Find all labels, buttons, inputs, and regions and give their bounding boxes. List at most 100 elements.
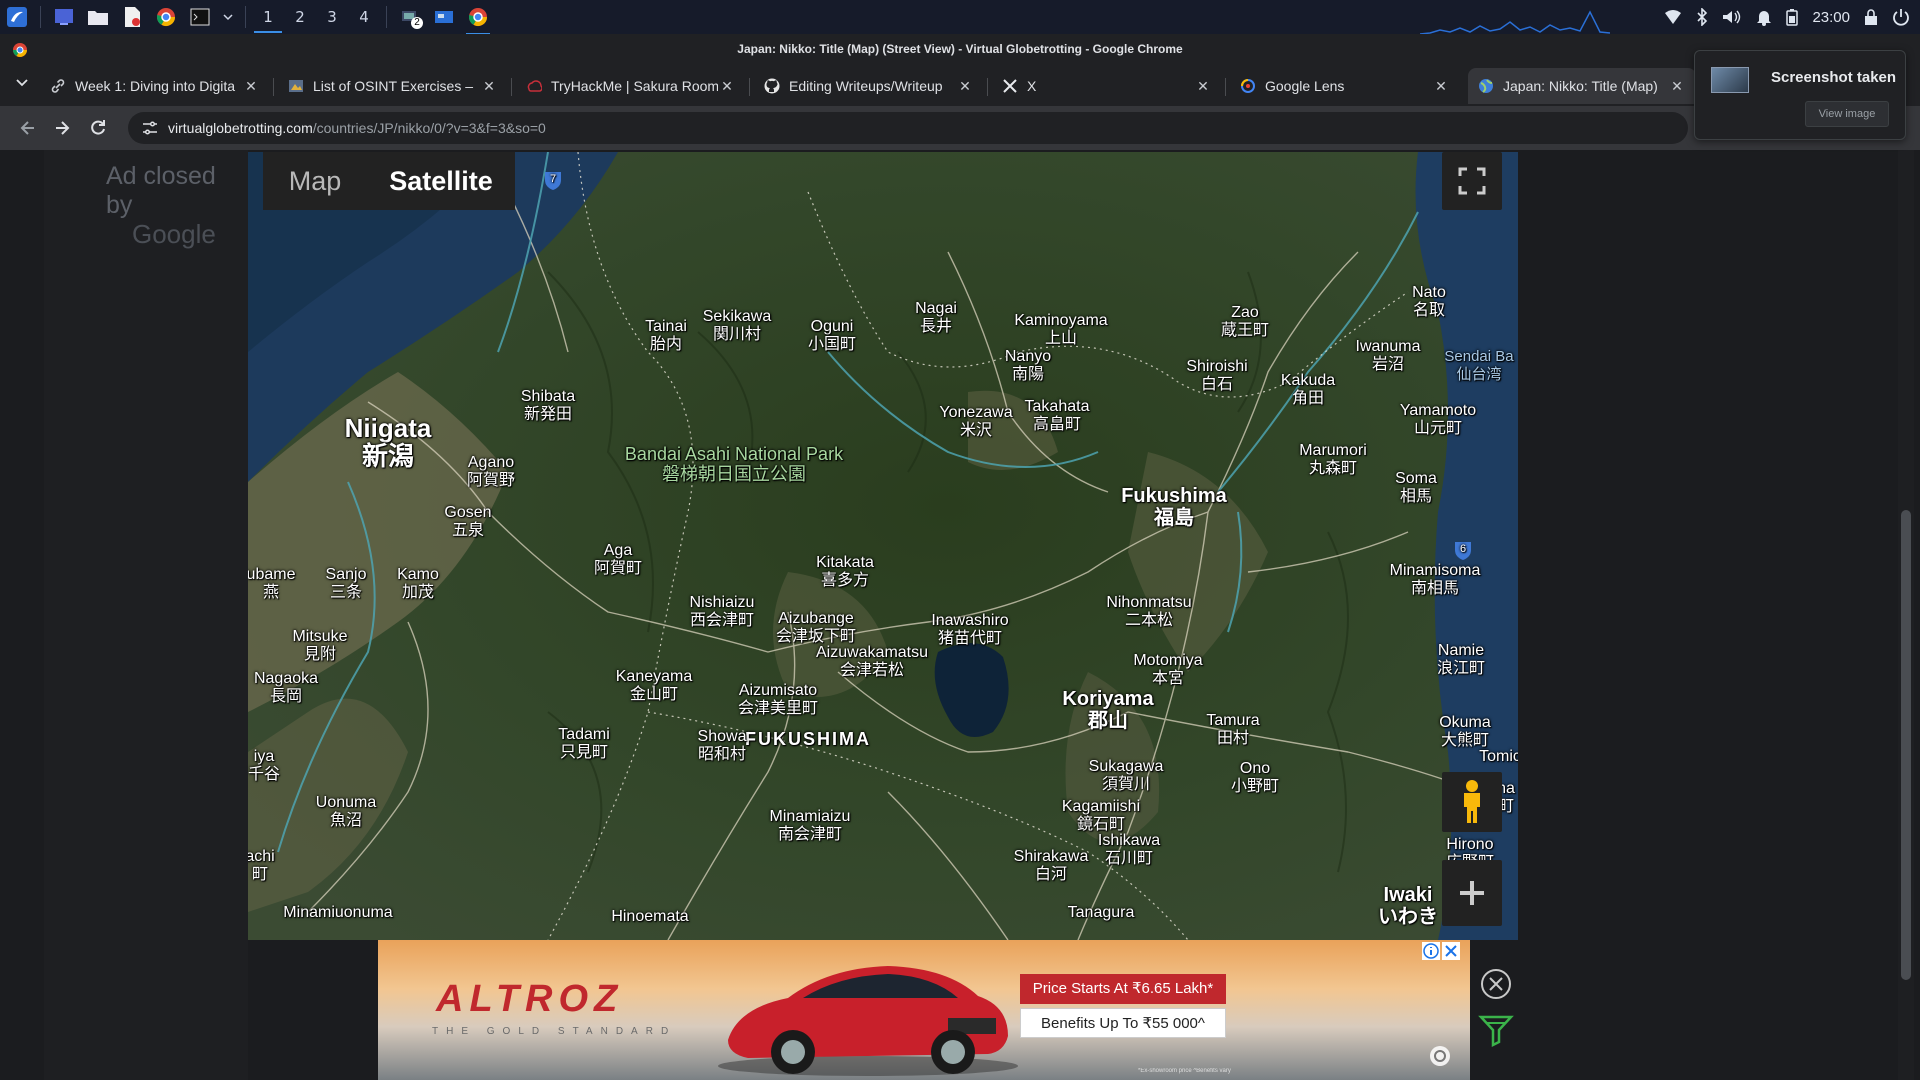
tab-x[interactable]: X ✕	[992, 68, 1222, 104]
map-type-satellite-button[interactable]: Satellite	[367, 166, 515, 197]
tab-divider	[273, 78, 274, 96]
place-name-en: Mitsuke	[292, 628, 348, 645]
fullscreen-button[interactable]	[1442, 152, 1502, 210]
ad-closed-notice: Ad closed by Google	[106, 162, 248, 249]
reload-icon[interactable]	[88, 118, 108, 138]
place-name-jp: 郡山	[1088, 710, 1128, 732]
close-tab-icon[interactable]: ✕	[1194, 78, 1212, 95]
place-name-jp: 仙台湾	[1456, 366, 1502, 383]
place-name-jp: 南陽	[1011, 366, 1044, 383]
site-info-icon[interactable]	[142, 121, 158, 135]
forward-icon[interactable]	[52, 118, 72, 138]
ad-tagline: THE GOLD STANDARD	[432, 1026, 677, 1037]
map-place-label: Inawashiro 猪苗代町	[931, 612, 1008, 648]
tab-title: Week 1: Diving into Digita	[75, 78, 236, 94]
workspace-4[interactable]: 4	[348, 0, 380, 34]
bell-icon[interactable]	[1756, 8, 1772, 26]
tab-google-lens[interactable]: Google Lens ✕	[1230, 68, 1460, 104]
ad-close-icon[interactable]	[1442, 942, 1460, 960]
workspace-2[interactable]: 2	[284, 0, 316, 34]
place-name-en: Zao	[1231, 304, 1259, 321]
map-type-map-button[interactable]: Map	[263, 166, 367, 197]
street-view-pegman[interactable]	[1442, 772, 1502, 832]
power-icon[interactable]	[1892, 8, 1910, 26]
place-name-jp: 五泉	[451, 522, 485, 539]
page-scrollbar[interactable]	[1898, 150, 1914, 1080]
close-tab-icon[interactable]: ✕	[242, 78, 260, 95]
place-name-jp: 丸森町	[1308, 460, 1357, 477]
lock-icon[interactable]	[1864, 8, 1878, 26]
tab-divider	[511, 78, 512, 96]
map-place-label: Mitsuke 見附	[292, 628, 347, 664]
place-name-jp: 千谷	[248, 766, 281, 783]
place-name-en: Sendai Ba	[1444, 348, 1514, 365]
close-tab-icon[interactable]: ✕	[956, 78, 974, 95]
place-name-jp: 角田	[1291, 390, 1325, 407]
close-tab-icon[interactable]: ✕	[1432, 78, 1450, 95]
place-name-en: FUKUSHIMA	[745, 729, 871, 749]
map-place-label: Shiroishi 白石	[1186, 358, 1247, 394]
screenshot-notification[interactable]: Screenshot taken View image	[1694, 50, 1906, 140]
left-ad-slot: Ad closed by Google	[44, 150, 248, 1080]
map-place-label: Yonezawa 米沢	[939, 404, 1012, 440]
tab-tryhackme[interactable]: TryHackMe | Sakura Room ✕	[516, 68, 746, 104]
map-place-label: Motomiya 本宮	[1133, 652, 1202, 688]
map-place-label: FUKUSHIMA	[745, 730, 871, 748]
ad-info-icon[interactable]	[1422, 942, 1440, 960]
scrollbar-thumb[interactable]	[1901, 510, 1911, 980]
tab-search-chevron-icon[interactable]	[16, 78, 28, 88]
map-place-label: Bandai Asahi National Park 磐梯朝日国立公園	[625, 444, 843, 484]
route-shield-label: 7	[549, 173, 557, 185]
volume-icon[interactable]	[1722, 9, 1742, 25]
tab-week1[interactable]: Week 1: Diving into Digita ✕	[40, 68, 270, 104]
altroz-ad-banner[interactable]: ALTROZ THE GOLD STANDARD Price Starts At…	[378, 940, 1470, 1080]
window-icon[interactable]	[432, 5, 456, 29]
map-type-control: Map Satellite	[263, 152, 515, 210]
battery-icon[interactable]	[1786, 8, 1799, 26]
app-menu-icon[interactable]	[5, 5, 29, 29]
view-image-button[interactable]: View image	[1805, 101, 1889, 127]
screenshot-thumbnail[interactable]	[1711, 67, 1749, 93]
close-tab-icon[interactable]: ✕	[1668, 78, 1686, 95]
zoom-in-button[interactable]	[1442, 860, 1502, 926]
ad-filter-icon[interactable]	[1478, 1012, 1514, 1048]
ad-circle-icon[interactable]	[1428, 1044, 1452, 1068]
chrome-icon[interactable]	[466, 5, 490, 35]
map-place-label: Ishikawa 石川町	[1098, 832, 1160, 868]
place-name-jp: 岩沼	[1371, 356, 1405, 373]
address-bar[interactable]: virtualglobetrotting.com/countries/JP/ni…	[128, 112, 1688, 144]
map-place-label: Okuma 大熊町	[1439, 714, 1491, 750]
place-name-en: Hinoemata	[611, 908, 689, 925]
close-tab-icon[interactable]: ✕	[718, 78, 736, 95]
tab-title: Google Lens	[1265, 78, 1345, 94]
notification-title: Screenshot taken	[1771, 69, 1897, 86]
map-place-label: Koriyama 郡山	[1062, 688, 1153, 732]
place-name-jp: 町	[251, 866, 269, 883]
tab-github-writeups[interactable]: Editing Writeups/Writeup ✕	[754, 68, 984, 104]
bluetooth-icon[interactable]	[1696, 8, 1708, 26]
chevron-down-icon[interactable]	[222, 5, 234, 29]
close-tab-icon[interactable]: ✕	[480, 78, 498, 95]
clock[interactable]: 23:00	[1812, 9, 1850, 26]
close-ad-circle-icon[interactable]	[1480, 968, 1512, 1000]
satellite-map[interactable]: 7 6 Niigata 新潟 Fukushima 福島 Koriyama 郡山 Iwaki い…	[248, 152, 1518, 940]
chrome-icon[interactable]	[154, 5, 178, 29]
satellite-terrain	[248, 152, 1518, 940]
tab-japan-nikko[interactable]: Japan: Nikko: Title (Map) ✕	[1468, 68, 1696, 104]
map-place-label: Shibata 新発田	[521, 388, 575, 424]
back-icon[interactable]	[18, 118, 38, 138]
workspace-3[interactable]: 3	[316, 0, 348, 34]
place-name-en: Iwanuma	[1355, 338, 1421, 355]
files-icon[interactable]	[86, 5, 110, 29]
desktop-icon[interactable]	[52, 5, 76, 29]
network-icon[interactable]: 2	[398, 5, 423, 29]
place-name-en: Kagamiishi	[1061, 798, 1141, 815]
workspace-1[interactable]: 1	[252, 0, 284, 34]
tab-osint-exercises[interactable]: List of OSINT Exercises – ✕	[278, 68, 508, 104]
terminal-icon[interactable]	[188, 5, 212, 29]
wifi-icon[interactable]	[1664, 9, 1682, 25]
document-icon[interactable]	[120, 5, 144, 29]
place-name-jp: 米沢	[959, 422, 992, 439]
place-name-jp: 名取	[1412, 302, 1446, 319]
car-image	[718, 966, 1018, 1076]
